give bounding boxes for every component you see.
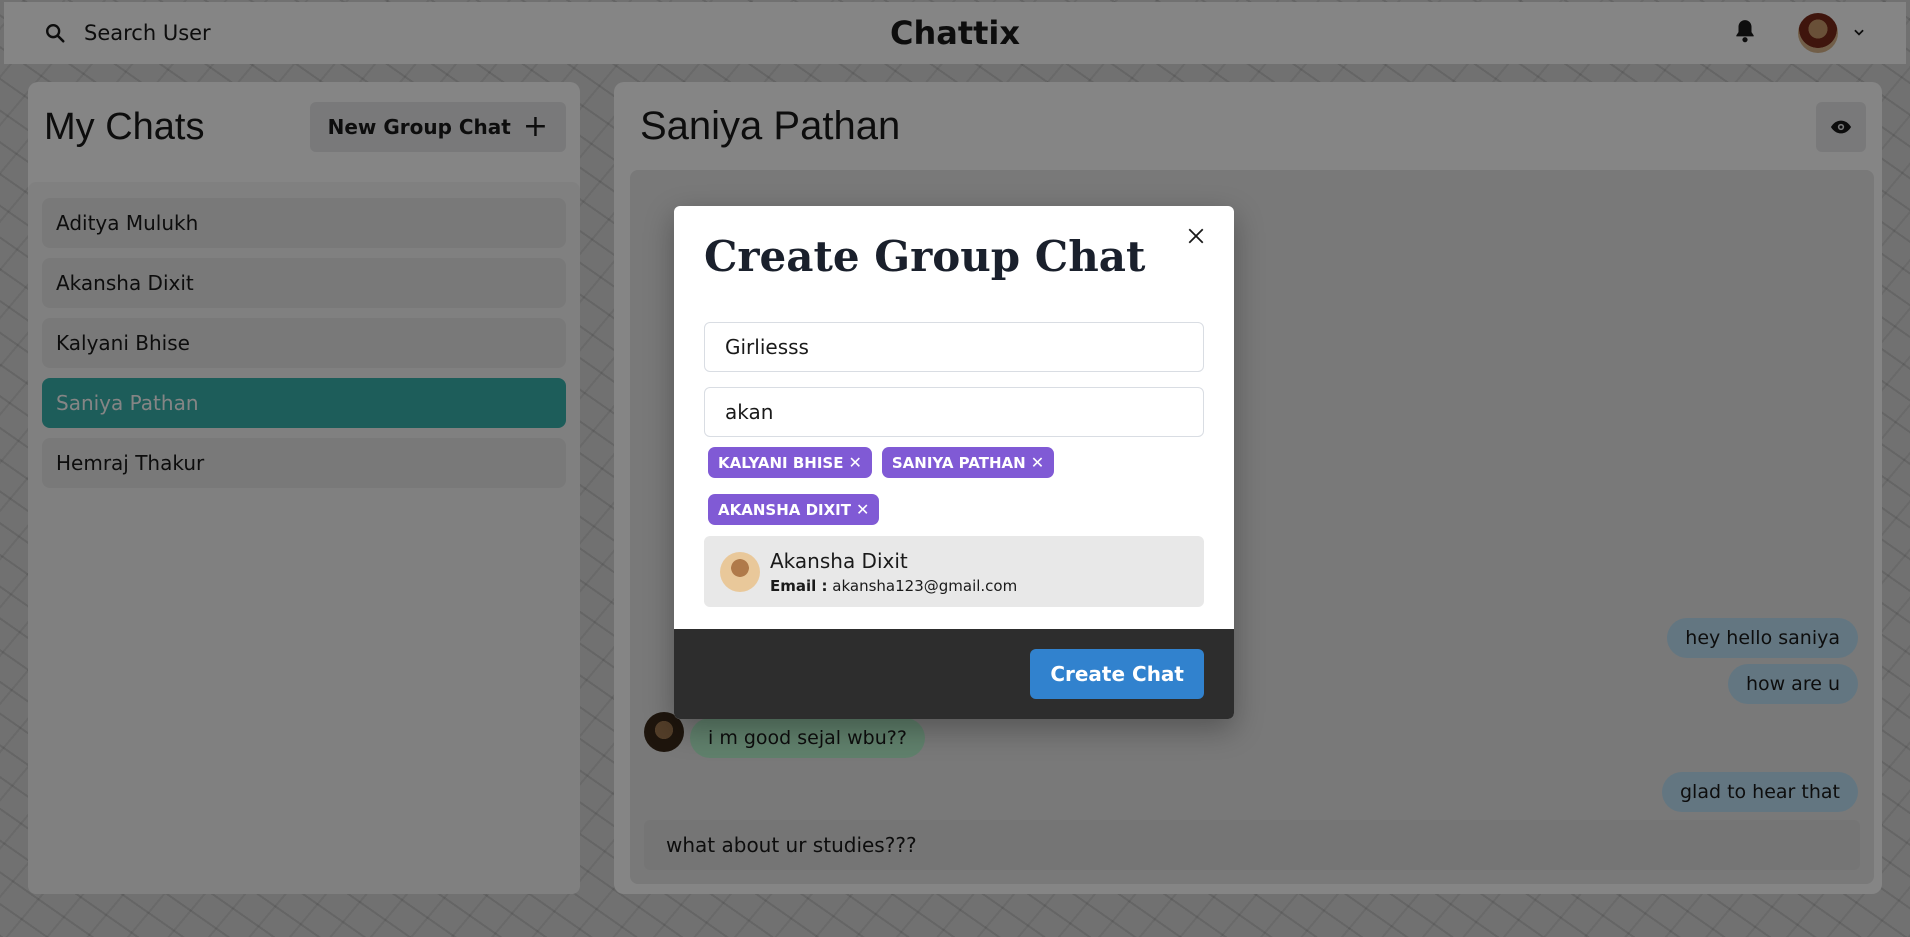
user-tag[interactable]: KALYANI BHISE ✕ [708,447,872,478]
remove-tag-icon[interactable]: ✕ [848,453,861,472]
modal-close-button[interactable] [1180,220,1212,252]
remove-tag-icon[interactable]: ✕ [1031,453,1044,472]
user-tag-label: SANIYA PATHAN [891,453,1026,472]
selected-users: KALYANI BHISE ✕ SANIYA PATHAN ✕ AKANSHA … [708,447,1204,525]
result-email-value: akansha123@gmail.com [832,576,1018,595]
user-tag-label: KALYANI BHISE [718,453,844,472]
user-search-result[interactable]: Akansha Dixit Email : akansha123@gmail.c… [704,536,1204,607]
result-name: Akansha Dixit [770,548,908,573]
remove-tag-icon[interactable]: ✕ [856,500,869,519]
result-details: Akansha Dixit Email : akansha123@gmail.c… [770,549,1017,595]
modal-title: Create Group Chat [704,232,1146,281]
result-email: Email : akansha123@gmail.com [770,577,1017,595]
user-tag-label: AKANSHA DIXIT [718,500,851,519]
add-users-input[interactable] [704,387,1204,437]
user-tag[interactable]: SANIYA PATHAN ✕ [881,447,1055,478]
create-group-chat-modal: Create Group Chat KALYANI BHISE ✕ SANIYA… [674,206,1234,719]
user-tag[interactable]: AKANSHA DIXIT ✕ [708,494,880,525]
group-name-input[interactable] [704,322,1204,372]
result-email-label: Email : [770,576,828,595]
create-chat-button[interactable]: Create Chat [1030,649,1204,699]
modal-footer: Create Chat [674,629,1234,719]
close-icon [1188,228,1204,244]
result-avatar [720,551,760,592]
